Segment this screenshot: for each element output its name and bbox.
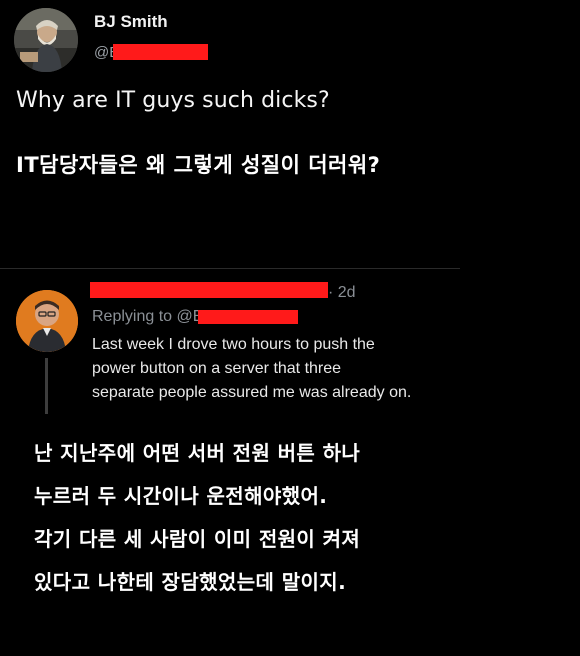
reply-text: Last week I drove two hours to push the …: [92, 333, 472, 405]
original-tweet: BJ Smith @E Why are IT guys such dicks? …: [0, 0, 580, 270]
reply-timestamp: · 2d: [328, 284, 356, 301]
reply-tweet: · 2d Replying to @E Last week I drove tw…: [0, 270, 580, 656]
author-name[interactable]: BJ Smith: [94, 12, 168, 32]
avatar[interactable]: [14, 8, 78, 72]
thread-line: [45, 358, 48, 414]
translation-line: 있다고 나한테 장담했었는데 말이지.: [34, 570, 347, 594]
man-portrait-avatar-icon: [16, 290, 78, 352]
divider: [0, 268, 460, 269]
tweet-text: Why are IT guys such dicks?: [16, 88, 330, 113]
redaction-bar: [113, 44, 208, 60]
redaction-bar: [198, 310, 298, 324]
redaction-bar: [90, 282, 328, 298]
translation-line: 누르러 두 시간이나 운전해야했어.: [34, 484, 328, 508]
translation-line: 각기 다른 세 사람이 이미 전원이 켜져: [34, 527, 361, 551]
translation-line: 난 지난주에 어떤 서버 전원 버튼 하나: [34, 441, 361, 465]
reply-text-line: Last week I drove two hours to push the: [92, 336, 375, 353]
reply-text-line: power button on a server that three: [92, 360, 342, 377]
replying-to[interactable]: Replying to @E: [92, 308, 203, 326]
avatar[interactable]: [16, 290, 78, 352]
tweet-translation: IT담당자들은 왜 그렇게 성질이 더러워?: [16, 153, 381, 177]
reply-translation: 난 지난주에 어떤 서버 전원 버튼 하나 누르러 두 시간이나 운전해야했어.…: [34, 432, 574, 604]
reply-text-line: separate people assured me was already o…: [92, 384, 412, 401]
bearded-man-avatar-icon: [14, 8, 78, 72]
